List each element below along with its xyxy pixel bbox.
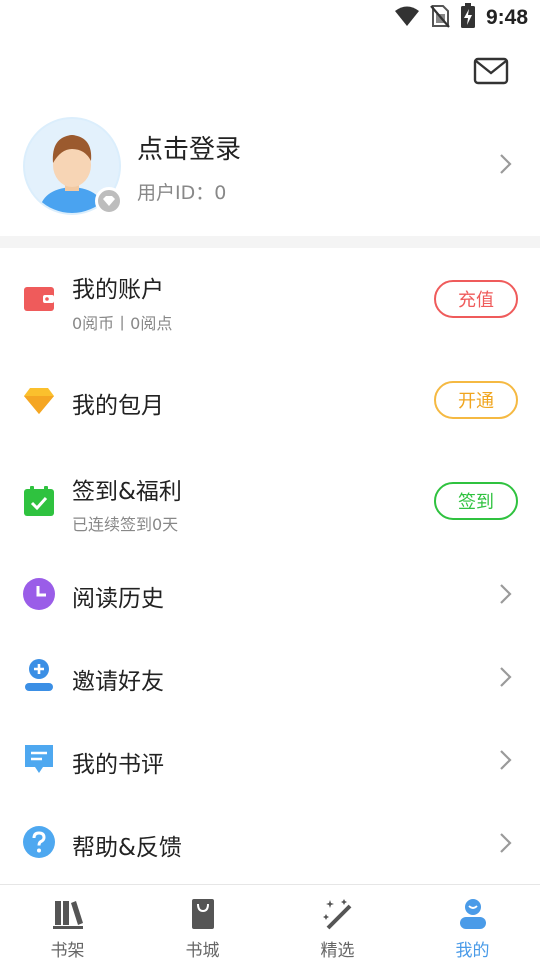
magic-wand-icon	[321, 897, 355, 931]
tab-featured[interactable]: 精选	[270, 885, 405, 960]
subscribe-button[interactable]: 开通	[434, 381, 518, 419]
chevron-right-icon	[498, 582, 514, 610]
avatar-container[interactable]	[23, 117, 123, 215]
menu-title: 我的包月	[72, 393, 164, 419]
section-divider	[0, 236, 540, 248]
add-user-icon	[22, 658, 56, 692]
tab-mine[interactable]: 我的	[405, 885, 540, 960]
tab-bookstore[interactable]: 书城	[135, 885, 270, 960]
user-id: 用户ID：0	[137, 182, 227, 204]
calendar-check-icon	[22, 484, 56, 518]
login-prompt[interactable]: 点击登录	[137, 129, 241, 166]
profile-header[interactable]: 点击登录 用户ID：0	[0, 108, 540, 236]
recharge-button[interactable]: 充值	[434, 280, 518, 318]
menu-item-history[interactable]: 阅读历史	[0, 553, 540, 636]
checkin-streak-text: 已连续签到0天	[72, 515, 179, 534]
menu-title: 签到&福利	[72, 479, 182, 505]
help-icon	[22, 825, 56, 859]
balance-text: 0阅币丨0阅点	[72, 314, 173, 333]
diamond-icon	[22, 384, 56, 418]
tab-label: 书架	[50, 941, 85, 960]
bookstore-icon	[186, 897, 220, 931]
checkin-button[interactable]: 签到	[434, 482, 518, 520]
menu-item-account[interactable]: 我的账户 0阅币丨0阅点 充值	[0, 248, 540, 353]
tab-bookshelf[interactable]: 书架	[0, 885, 135, 960]
wallet-icon	[22, 282, 56, 316]
vip-badge-icon	[95, 187, 123, 215]
chevron-right-icon	[498, 748, 514, 776]
no-sim-icon	[430, 4, 450, 32]
menu-item-checkin[interactable]: 签到&福利 已连续签到0天 签到	[0, 450, 540, 553]
wifi-icon	[394, 5, 420, 31]
menu-item-monthly[interactable]: 我的包月 开通	[0, 353, 540, 450]
battery-charging-icon	[460, 3, 476, 33]
menu-title: 邀请好友	[72, 669, 164, 695]
menu-title: 帮助&反馈	[72, 835, 182, 861]
menu-title: 我的书评	[72, 752, 164, 778]
chevron-right-icon	[498, 665, 514, 693]
menu-item-invite[interactable]: 邀请好友	[0, 636, 540, 719]
menu-title: 我的账户	[72, 277, 164, 303]
profile-icon	[456, 897, 490, 931]
bookshelf-icon	[51, 897, 85, 931]
mail-button[interactable]	[472, 56, 510, 90]
tab-label: 我的	[455, 941, 490, 960]
status-time: 9:48	[485, 6, 528, 29]
menu-item-help[interactable]: 帮助&反馈	[0, 802, 540, 884]
status-bar: 9:48	[0, 0, 540, 36]
chevron-right-icon	[498, 152, 514, 180]
bottom-tab-bar: 书架 书城 精选 我的	[0, 884, 540, 960]
chevron-right-icon	[498, 831, 514, 859]
menu-title: 阅读历史	[72, 586, 164, 612]
tab-label: 精选	[320, 941, 355, 960]
clock-icon	[22, 577, 56, 611]
comment-icon	[22, 742, 56, 776]
menu-item-reviews[interactable]: 我的书评	[0, 719, 540, 802]
mail-icon	[473, 57, 509, 89]
tab-label: 书城	[185, 941, 220, 960]
